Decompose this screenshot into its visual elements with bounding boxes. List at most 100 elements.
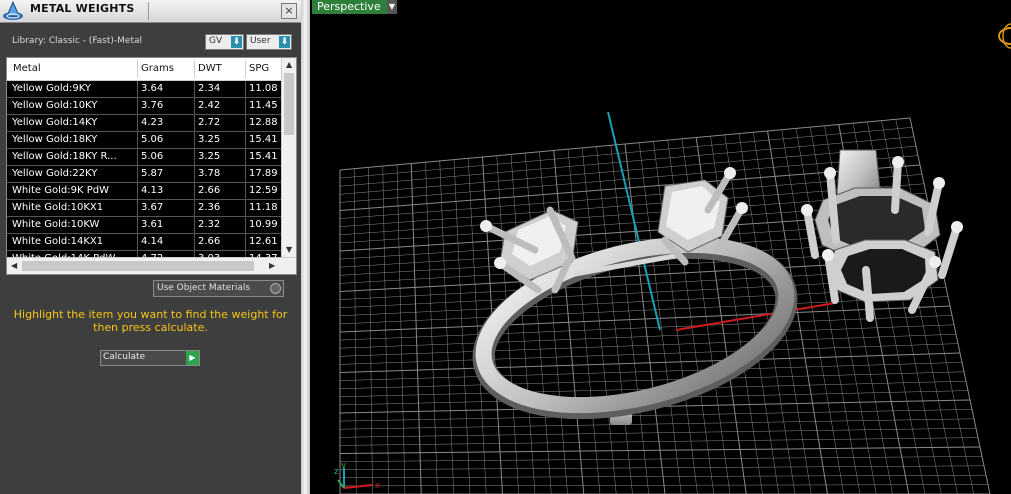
table-cell-grams: 4.23: [141, 117, 164, 128]
table-cell-grams: 3.64: [141, 83, 164, 94]
scroll-up-icon[interactable]: ▲: [286, 60, 292, 69]
cell-divider: [194, 149, 195, 165]
panel-splitter[interactable]: [301, 0, 310, 494]
cell-divider: [245, 81, 246, 97]
orbit-gizmo-icon[interactable]: [998, 23, 1011, 49]
cell-divider: [137, 183, 138, 199]
calculate-button[interactable]: Calculate ▶: [100, 350, 200, 366]
scroll-left-icon[interactable]: ◀: [11, 261, 17, 270]
cell-divider: [137, 166, 138, 182]
table-row[interactable]: Yellow Gold:10KY 3.76 2.42 11.45: [7, 98, 281, 115]
cell-divider: [194, 132, 195, 148]
table-row[interactable]: Yellow Gold:18KY R... 5.06 3.25 15.41: [7, 149, 281, 166]
viewport-scene[interactable]: z y x: [310, 0, 1011, 494]
table-row[interactable]: Yellow Gold:22KY 5.87 3.78 17.89: [7, 166, 281, 183]
table-rows: Yellow Gold:9KY 3.64 2.34 11.08 Yellow Gold:…: [7, 81, 281, 268]
title-divider: [148, 2, 149, 20]
dropdown-arrow-icon: ⬇: [279, 36, 290, 48]
metal-table: Metal Grams DWT SPG Yellow Gold:9KY 3.64 2…: [6, 57, 297, 275]
cell-divider: [194, 234, 195, 250]
table-cell-grams: 3.76: [141, 100, 164, 111]
table-cell-dwt: 2.42: [198, 100, 221, 111]
cell-divider: [194, 115, 195, 131]
column-header-metal[interactable]: Metal: [13, 63, 41, 74]
table-row[interactable]: White Gold:10KW 3.61 2.32 10.99: [7, 217, 281, 234]
axis-y-label: y: [341, 461, 347, 471]
table-cell-grams: 3.61: [141, 219, 164, 230]
table-cell-spg: 11.45: [249, 100, 278, 111]
header-divider: [194, 60, 195, 78]
chevron-down-icon[interactable]: ▼: [387, 0, 397, 14]
horizontal-scrollbar[interactable]: ◀ ▶: [7, 257, 296, 274]
cell-divider: [137, 217, 138, 233]
scroll-down-icon[interactable]: ▼: [286, 245, 292, 254]
table-cell-spg: 15.41: [249, 151, 278, 162]
cell-divider: [245, 132, 246, 148]
panel-title: METAL WEIGHTS: [30, 2, 135, 15]
header-divider: [245, 60, 246, 78]
table-cell-metal: Yellow Gold:18KY R...: [12, 151, 117, 162]
grid-line: [895, 119, 974, 494]
vertical-scrollbar[interactable]: ▲ ▼: [281, 58, 296, 257]
table-cell-spg: 10.99: [249, 219, 278, 230]
cell-divider: [245, 234, 246, 250]
cell-divider: [137, 98, 138, 114]
library-label: Library: Classic - (Fast)-Metal: [12, 36, 143, 46]
gv-dropdown[interactable]: GV ⬇: [205, 34, 244, 50]
radio-icon[interactable]: [270, 283, 281, 294]
panel-title-bar: METAL WEIGHTS ×: [0, 0, 301, 23]
table-cell-spg: 12.61: [249, 236, 278, 247]
cell-divider: [245, 183, 246, 199]
table-cell-spg: 17.89: [249, 168, 278, 179]
table-row[interactable]: White Gold:9K PdW 4.13 2.66 12.59: [7, 183, 281, 200]
use-object-materials-toggle[interactable]: Use Object Materials: [153, 280, 284, 297]
table-cell-metal: Yellow Gold:9KY: [12, 83, 91, 94]
user-dropdown-label: User: [250, 36, 271, 46]
cell-divider: [245, 200, 246, 216]
ground-grid: [339, 117, 991, 494]
column-header-spg[interactable]: SPG: [249, 63, 269, 74]
3d-viewport[interactable]: z y x Perspective ▼: [310, 0, 1011, 494]
table-row[interactable]: Yellow Gold:18KY 5.06 3.25 15.41: [7, 132, 281, 149]
vertical-scroll-thumb[interactable]: [284, 73, 294, 135]
perspective-view-button[interactable]: Perspective: [312, 0, 389, 14]
table-cell-dwt: 2.66: [198, 185, 221, 196]
table-row[interactable]: Yellow Gold:14KY 4.23 2.72 12.88: [7, 115, 281, 132]
column-header-dwt[interactable]: DWT: [198, 63, 222, 74]
play-arrow-icon: ▶: [186, 351, 199, 365]
cell-divider: [137, 132, 138, 148]
table-cell-metal: Yellow Gold:14KY: [12, 117, 98, 128]
table-cell-metal: Yellow Gold:22KY: [12, 168, 98, 179]
horizontal-scroll-thumb[interactable]: [22, 261, 254, 271]
table-row[interactable]: White Gold:14KX1 4.14 2.66 12.61: [7, 234, 281, 251]
axis-x-label: x: [375, 481, 381, 491]
table-cell-spg: 15.41: [249, 134, 278, 145]
instruction-text: Highlight the item you want to find the …: [13, 308, 288, 334]
table-cell-dwt: 3.25: [198, 134, 221, 145]
cell-divider: [137, 234, 138, 250]
table-cell-metal: Yellow Gold:18KY: [12, 134, 98, 145]
table-row[interactable]: Yellow Gold:9KY 3.64 2.34 11.08: [7, 81, 281, 98]
metal-weights-panel: METAL WEIGHTS × Library: Classic - (Fast…: [0, 0, 301, 494]
table-cell-grams: 5.87: [141, 168, 164, 179]
dropdown-arrow-icon: ⬇: [231, 36, 242, 48]
table-row[interactable]: White Gold:10KX1 3.67 2.36 11.18: [7, 200, 281, 217]
table-cell-metal: White Gold:10KW: [12, 219, 100, 230]
cell-divider: [245, 166, 246, 182]
cell-divider: [194, 166, 195, 182]
table-cell-metal: White Gold:10KX1: [12, 202, 104, 213]
column-header-grams[interactable]: Grams: [141, 63, 174, 74]
table-cell-spg: 12.88: [249, 117, 278, 128]
cell-divider: [245, 98, 246, 114]
table-cell-dwt: 2.72: [198, 117, 221, 128]
table-cell-metal: Yellow Gold:10KY: [12, 100, 98, 111]
scroll-right-icon[interactable]: ▶: [269, 261, 275, 270]
user-dropdown[interactable]: User ⬇: [246, 34, 292, 50]
close-button[interactable]: ×: [281, 3, 297, 19]
table-cell-spg: 11.18: [249, 202, 278, 213]
table-cell-spg: 11.08: [249, 83, 278, 94]
table-cell-dwt: 2.66: [198, 236, 221, 247]
cell-divider: [194, 200, 195, 216]
use-object-materials-label: Use Object Materials: [157, 283, 251, 293]
cell-divider: [245, 149, 246, 165]
